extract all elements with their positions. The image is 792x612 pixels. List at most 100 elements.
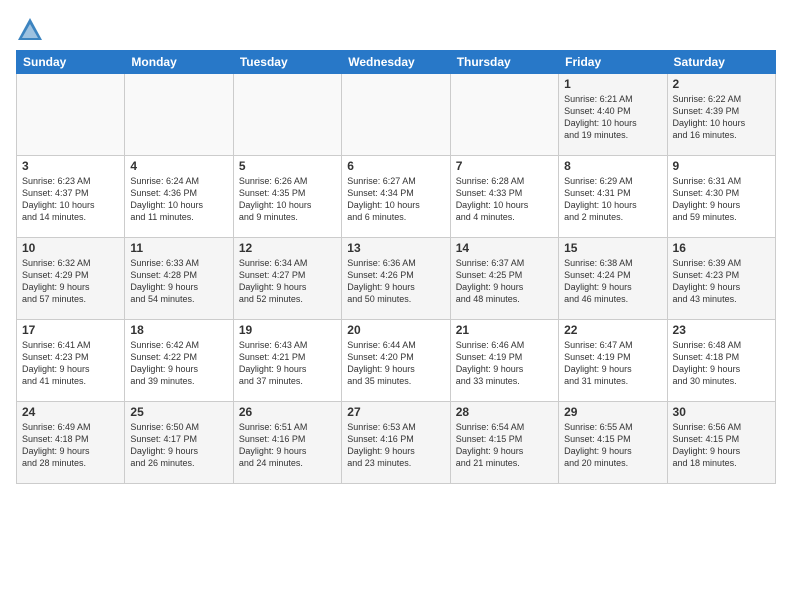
day-number: 16 bbox=[673, 241, 770, 255]
day-number: 9 bbox=[673, 159, 770, 173]
calendar-cell: 25 Sunrise: 6:50 AM Sunset: 4:17 PM Dayli… bbox=[125, 402, 233, 484]
calendar-cell: 28 Sunrise: 6:54 AM Sunset: 4:15 PM Dayli… bbox=[450, 402, 558, 484]
day-number: 21 bbox=[456, 323, 553, 337]
calendar-week-row: 17 Sunrise: 6:41 AM Sunset: 4:23 PM Dayli… bbox=[17, 320, 776, 402]
calendar-cell: 19 Sunrise: 6:43 AM Sunset: 4:21 PM Dayli… bbox=[233, 320, 341, 402]
day-number: 1 bbox=[564, 77, 661, 91]
day-number: 5 bbox=[239, 159, 336, 173]
day-number: 26 bbox=[239, 405, 336, 419]
day-info: Sunrise: 6:22 AM Sunset: 4:39 PM Dayligh… bbox=[673, 93, 770, 142]
calendar-header-monday: Monday bbox=[125, 51, 233, 74]
day-info: Sunrise: 6:31 AM Sunset: 4:30 PM Dayligh… bbox=[673, 175, 770, 224]
calendar-week-row: 3 Sunrise: 6:23 AM Sunset: 4:37 PM Daylig… bbox=[17, 156, 776, 238]
calendar-header-tuesday: Tuesday bbox=[233, 51, 341, 74]
day-number: 30 bbox=[673, 405, 770, 419]
calendar-cell: 6 Sunrise: 6:27 AM Sunset: 4:34 PM Daylig… bbox=[342, 156, 450, 238]
day-number: 19 bbox=[239, 323, 336, 337]
day-info: Sunrise: 6:50 AM Sunset: 4:17 PM Dayligh… bbox=[130, 421, 227, 470]
day-number: 28 bbox=[456, 405, 553, 419]
calendar-cell: 11 Sunrise: 6:33 AM Sunset: 4:28 PM Dayli… bbox=[125, 238, 233, 320]
day-info: Sunrise: 6:29 AM Sunset: 4:31 PM Dayligh… bbox=[564, 175, 661, 224]
calendar-cell: 9 Sunrise: 6:31 AM Sunset: 4:30 PM Daylig… bbox=[667, 156, 775, 238]
day-number: 4 bbox=[130, 159, 227, 173]
calendar-cell: 26 Sunrise: 6:51 AM Sunset: 4:16 PM Dayli… bbox=[233, 402, 341, 484]
day-info: Sunrise: 6:48 AM Sunset: 4:18 PM Dayligh… bbox=[673, 339, 770, 388]
calendar-cell: 15 Sunrise: 6:38 AM Sunset: 4:24 PM Dayli… bbox=[559, 238, 667, 320]
calendar-cell: 30 Sunrise: 6:56 AM Sunset: 4:15 PM Dayli… bbox=[667, 402, 775, 484]
calendar-cell: 17 Sunrise: 6:41 AM Sunset: 4:23 PM Dayli… bbox=[17, 320, 125, 402]
day-info: Sunrise: 6:34 AM Sunset: 4:27 PM Dayligh… bbox=[239, 257, 336, 306]
day-number: 6 bbox=[347, 159, 444, 173]
day-info: Sunrise: 6:33 AM Sunset: 4:28 PM Dayligh… bbox=[130, 257, 227, 306]
calendar-week-row: 24 Sunrise: 6:49 AM Sunset: 4:18 PM Dayli… bbox=[17, 402, 776, 484]
calendar-cell: 7Sunrise: 6:28 AM Sunset: 4:33 PM Daylig… bbox=[450, 156, 558, 238]
day-number: 3 bbox=[22, 159, 119, 173]
calendar-cell: 29 Sunrise: 6:55 AM Sunset: 4:15 PM Dayli… bbox=[559, 402, 667, 484]
calendar-cell: 16 Sunrise: 6:39 AM Sunset: 4:23 PM Dayli… bbox=[667, 238, 775, 320]
day-info: Sunrise: 6:26 AM Sunset: 4:35 PM Dayligh… bbox=[239, 175, 336, 224]
calendar-cell: 4 Sunrise: 6:24 AM Sunset: 4:36 PM Daylig… bbox=[125, 156, 233, 238]
day-info: Sunrise: 6:47 AM Sunset: 4:19 PM Dayligh… bbox=[564, 339, 661, 388]
calendar-cell: 24 Sunrise: 6:49 AM Sunset: 4:18 PM Dayli… bbox=[17, 402, 125, 484]
calendar-cell: 21 Sunrise: 6:46 AM Sunset: 4:19 PM Dayli… bbox=[450, 320, 558, 402]
calendar-cell bbox=[125, 74, 233, 156]
day-info: Sunrise: 6:27 AM Sunset: 4:34 PM Dayligh… bbox=[347, 175, 444, 224]
calendar-cell: 1 Sunrise: 6:21 AM Sunset: 4:40 PM Daylig… bbox=[559, 74, 667, 156]
day-number: 25 bbox=[130, 405, 227, 419]
day-number: 10 bbox=[22, 241, 119, 255]
day-info: Sunrise: 6:21 AM Sunset: 4:40 PM Dayligh… bbox=[564, 93, 661, 142]
header bbox=[16, 12, 776, 44]
day-info: Sunrise: 6:41 AM Sunset: 4:23 PM Dayligh… bbox=[22, 339, 119, 388]
day-info: Sunrise: 6:28 AM Sunset: 4:33 PM Dayligh… bbox=[456, 175, 553, 224]
day-info: Sunrise: 6:56 AM Sunset: 4:15 PM Dayligh… bbox=[673, 421, 770, 470]
day-info: Sunrise: 6:53 AM Sunset: 4:16 PM Dayligh… bbox=[347, 421, 444, 470]
calendar-header-saturday: Saturday bbox=[667, 51, 775, 74]
day-number: 12 bbox=[239, 241, 336, 255]
day-info: Sunrise: 6:43 AM Sunset: 4:21 PM Dayligh… bbox=[239, 339, 336, 388]
logo bbox=[16, 16, 47, 44]
logo-icon bbox=[16, 16, 44, 44]
calendar-header-thursday: Thursday bbox=[450, 51, 558, 74]
calendar-header-wednesday: Wednesday bbox=[342, 51, 450, 74]
day-info: Sunrise: 6:38 AM Sunset: 4:24 PM Dayligh… bbox=[564, 257, 661, 306]
calendar-cell: 8 Sunrise: 6:29 AM Sunset: 4:31 PM Daylig… bbox=[559, 156, 667, 238]
calendar-cell: 3 Sunrise: 6:23 AM Sunset: 4:37 PM Daylig… bbox=[17, 156, 125, 238]
day-number: 22 bbox=[564, 323, 661, 337]
calendar-cell: 10 Sunrise: 6:32 AM Sunset: 4:29 PM Dayli… bbox=[17, 238, 125, 320]
day-info: Sunrise: 6:32 AM Sunset: 4:29 PM Dayligh… bbox=[22, 257, 119, 306]
day-number: 8 bbox=[564, 159, 661, 173]
calendar-cell: 20Sunrise: 6:44 AM Sunset: 4:20 PM Dayli… bbox=[342, 320, 450, 402]
day-info: Sunrise: 6:37 AM Sunset: 4:25 PM Dayligh… bbox=[456, 257, 553, 306]
day-info: Sunrise: 6:44 AM Sunset: 4:20 PM Dayligh… bbox=[347, 339, 444, 388]
day-number: 13 bbox=[347, 241, 444, 255]
day-number: 11 bbox=[130, 241, 227, 255]
calendar-cell: 23Sunrise: 6:48 AM Sunset: 4:18 PM Dayli… bbox=[667, 320, 775, 402]
calendar-cell: 2Sunrise: 6:22 AM Sunset: 4:39 PM Daylig… bbox=[667, 74, 775, 156]
calendar-week-row: 10 Sunrise: 6:32 AM Sunset: 4:29 PM Dayli… bbox=[17, 238, 776, 320]
day-info: Sunrise: 6:24 AM Sunset: 4:36 PM Dayligh… bbox=[130, 175, 227, 224]
calendar-cell: 27 Sunrise: 6:53 AM Sunset: 4:16 PM Dayli… bbox=[342, 402, 450, 484]
calendar-cell bbox=[233, 74, 341, 156]
calendar-week-row: 1 Sunrise: 6:21 AM Sunset: 4:40 PM Daylig… bbox=[17, 74, 776, 156]
day-info: Sunrise: 6:39 AM Sunset: 4:23 PM Dayligh… bbox=[673, 257, 770, 306]
day-number: 15 bbox=[564, 241, 661, 255]
day-info: Sunrise: 6:54 AM Sunset: 4:15 PM Dayligh… bbox=[456, 421, 553, 470]
page: SundayMondayTuesdayWednesdayThursdayFrid… bbox=[0, 0, 792, 612]
day-info: Sunrise: 6:51 AM Sunset: 4:16 PM Dayligh… bbox=[239, 421, 336, 470]
day-info: Sunrise: 6:23 AM Sunset: 4:37 PM Dayligh… bbox=[22, 175, 119, 224]
day-info: Sunrise: 6:49 AM Sunset: 4:18 PM Dayligh… bbox=[22, 421, 119, 470]
day-number: 27 bbox=[347, 405, 444, 419]
calendar-cell bbox=[342, 74, 450, 156]
day-number: 14 bbox=[456, 241, 553, 255]
day-number: 17 bbox=[22, 323, 119, 337]
calendar-cell bbox=[17, 74, 125, 156]
day-number: 29 bbox=[564, 405, 661, 419]
day-info: Sunrise: 6:42 AM Sunset: 4:22 PM Dayligh… bbox=[130, 339, 227, 388]
day-number: 18 bbox=[130, 323, 227, 337]
calendar-cell: 18 Sunrise: 6:42 AM Sunset: 4:22 PM Dayli… bbox=[125, 320, 233, 402]
day-number: 24 bbox=[22, 405, 119, 419]
calendar-cell: 14 Sunrise: 6:37 AM Sunset: 4:25 PM Dayli… bbox=[450, 238, 558, 320]
day-info: Sunrise: 6:46 AM Sunset: 4:19 PM Dayligh… bbox=[456, 339, 553, 388]
calendar-cell bbox=[450, 74, 558, 156]
day-info: Sunrise: 6:55 AM Sunset: 4:15 PM Dayligh… bbox=[564, 421, 661, 470]
